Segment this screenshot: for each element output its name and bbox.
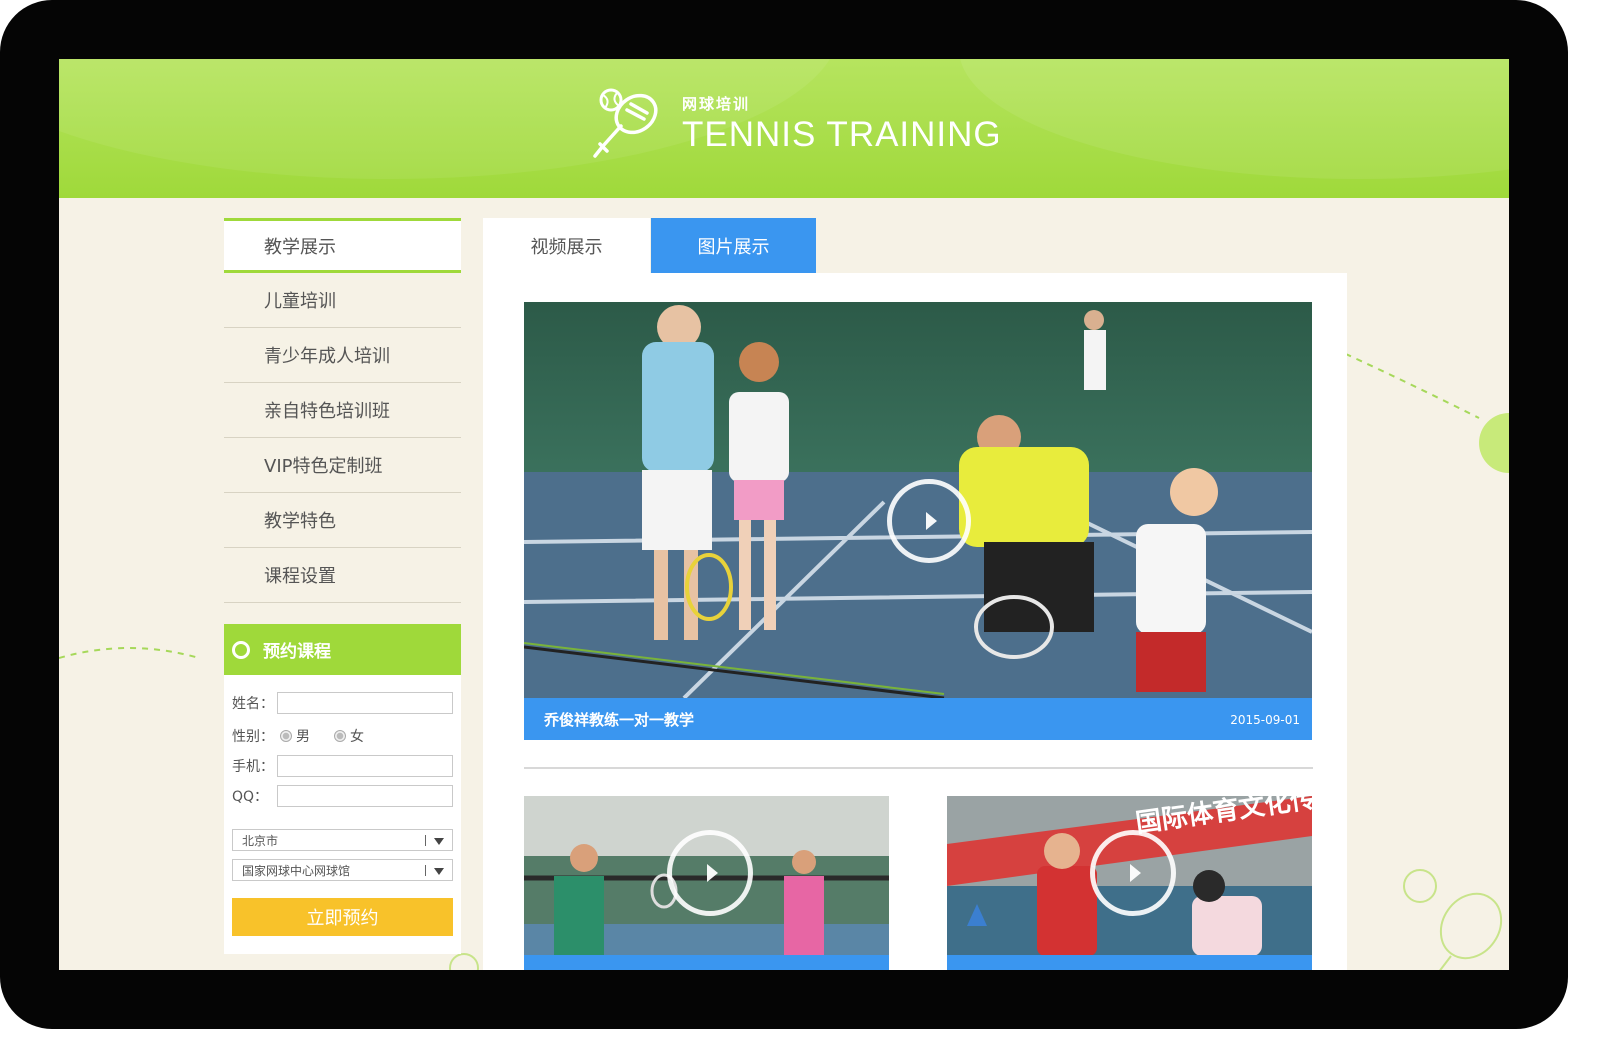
- book-now-button[interactable]: 立即预约: [232, 898, 453, 936]
- play-icon[interactable]: [667, 830, 753, 916]
- name-input[interactable]: [277, 692, 453, 714]
- video-thumbnail[interactable]: 国际体育文化传播有限公: [947, 796, 1312, 970]
- booking-header: 预约课程: [224, 624, 461, 675]
- phone-row: 手机：: [232, 755, 453, 777]
- featured-title[interactable]: 乔俊祥教练一对一教学: [544, 709, 694, 730]
- gender-row: 性别： 男 女: [232, 726, 364, 746]
- qq-input[interactable]: [277, 785, 453, 807]
- name-label: 姓名：: [232, 696, 274, 712]
- qq-label: QQ：: [232, 789, 269, 805]
- device-frame: 网球培训 TENNIS TRAINING 教学展示 儿童培训 青少年成人培训 亲…: [0, 0, 1568, 1029]
- tennis-racket-icon: [593, 88, 658, 158]
- sidebar-item-youth-adult-training[interactable]: 青少年成人培训: [224, 328, 461, 383]
- tab-photo[interactable]: 图片展示: [651, 218, 816, 273]
- phone-label: 手机：: [232, 759, 274, 775]
- gender-male-radio[interactable]: [280, 730, 292, 742]
- city-select[interactable]: 北京市: [232, 829, 453, 851]
- featured-date: 2015-09-01: [1230, 712, 1300, 727]
- booking-title: 预约课程: [263, 642, 331, 662]
- sidebar-item-teaching-features[interactable]: 教学特色: [224, 493, 461, 548]
- video-thumbnail[interactable]: [524, 796, 889, 970]
- sidebar-item-teaching-showcase[interactable]: 教学展示: [224, 218, 461, 273]
- site-header: 网球培训 TENNIS TRAINING: [59, 59, 1509, 198]
- tab-video[interactable]: 视频展示: [483, 218, 650, 273]
- chevron-down-icon: [434, 868, 444, 875]
- circle-icon: [232, 640, 250, 659]
- thumbnail-caption-bar: [524, 955, 889, 970]
- media-panel: 乔俊祥教练一对一教学 2015-09-01 国际体育文化传播有限公: [483, 273, 1347, 970]
- gender-female-radio[interactable]: [334, 730, 346, 742]
- web-page: 网球培训 TENNIS TRAINING 教学展示 儿童培训 青少年成人培训 亲…: [59, 59, 1509, 970]
- gender-label: 性别：: [232, 729, 274, 745]
- sidebar-nav: 教学展示 儿童培训 青少年成人培训 亲自特色培训班 VIP特色定制班 教学特色 …: [224, 218, 461, 603]
- sidebar-item-children-training[interactable]: 儿童培训: [224, 273, 461, 328]
- play-icon[interactable]: [887, 479, 971, 563]
- name-row: 姓名：: [232, 692, 453, 714]
- play-icon[interactable]: [1090, 830, 1176, 916]
- divider: [524, 767, 1313, 769]
- thumbnail-caption-bar: [947, 955, 1312, 970]
- sidebar-item-vip-class[interactable]: VIP特色定制班: [224, 438, 461, 493]
- phone-input[interactable]: [277, 755, 453, 777]
- featured-caption: 乔俊祥教练一对一教学 2015-09-01: [524, 698, 1312, 740]
- venue-select[interactable]: 国家网球中心网球馆: [232, 859, 453, 881]
- featured-video[interactable]: 乔俊祥教练一对一教学 2015-09-01: [524, 302, 1312, 740]
- gender-male-label: 男: [296, 729, 310, 745]
- booking-panel: 预约课程 姓名： 性别： 男 女 手机： QQ： 北京市 国家网球中心网球馆 立…: [224, 624, 461, 954]
- venue-value: 国家网球中心网球馆: [242, 863, 351, 878]
- qq-row: QQ：: [232, 785, 453, 807]
- sidebar-item-parent-child-class[interactable]: 亲自特色培训班: [224, 383, 461, 438]
- chevron-down-icon: [434, 838, 444, 845]
- gender-female-label: 女: [350, 729, 364, 745]
- sidebar-item-course-settings[interactable]: 课程设置: [224, 548, 461, 603]
- city-value: 北京市: [242, 833, 279, 848]
- logo-text-cn: 网球培训: [682, 95, 751, 113]
- logo-text-en: TENNIS TRAINING: [682, 115, 1002, 154]
